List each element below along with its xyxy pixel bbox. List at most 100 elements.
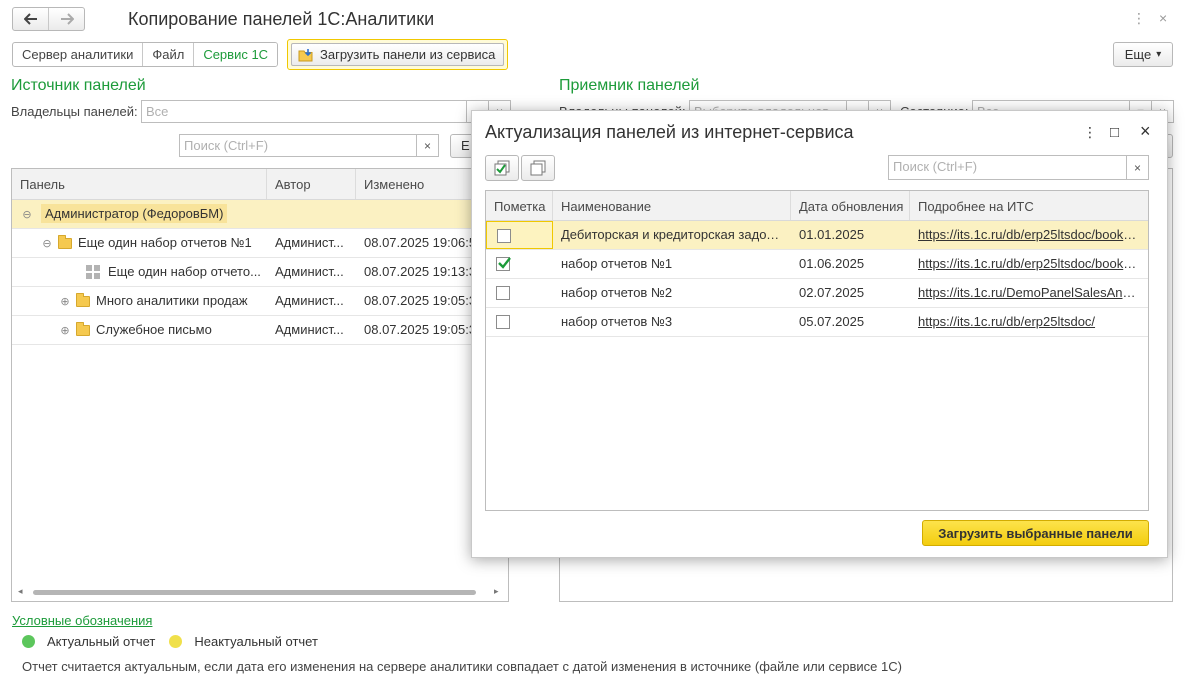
column-its-link[interactable]: Подробнее на ИТС <box>910 191 1148 220</box>
scroll-right-icon[interactable]: ▸ <box>494 586 499 597</box>
its-link[interactable]: https://its.1c.ru/db/erp25ltsdoc/ <box>910 308 1148 336</box>
tree-panel-name: Много аналитики продаж <box>96 293 248 308</box>
panel-name: Дебиторская и кредиторская задолженность <box>561 227 791 242</box>
legend-link[interactable]: Условные обозначения <box>12 613 152 628</box>
more-label: Еще <box>1124 47 1152 62</box>
arrow-right-icon <box>60 13 74 25</box>
load-from-service-label: Загрузить панели из сервиса <box>320 47 496 62</box>
folder-icon <box>76 322 90 336</box>
tree-author: Админист... <box>275 264 344 279</box>
tree-author: Админист... <box>275 322 344 337</box>
check-icon <box>498 257 511 269</box>
tree-panel-name: Служебное письмо <box>96 322 212 337</box>
nav-buttons <box>12 7 85 31</box>
tab-file[interactable]: Файл <box>142 43 193 66</box>
tree-row[interactable]: Еще один набор отчето... Админист... 08.… <box>12 258 508 287</box>
tree-changed: 08.07.2025 19:06:5 <box>364 235 476 250</box>
update-panels-dialog: Актуализация панелей из интернет-сервиса… <box>471 110 1168 558</box>
tree-panel-name: Еще один набор отчето... <box>108 264 261 279</box>
panel-name: набор отчетов №3 <box>561 314 673 329</box>
folder-icon <box>58 235 72 249</box>
chevron-down-icon: ▾ <box>1156 49 1162 60</box>
its-link[interactable]: https://its.1c.ru/DemoPanelSalesAnalytic… <box>910 279 1148 307</box>
column-name[interactable]: Наименование <box>553 191 791 220</box>
check-all-button[interactable] <box>485 155 519 181</box>
source-search-input[interactable]: Поиск (Ctrl+F) <box>179 134 417 157</box>
column-mark[interactable]: Пометка <box>486 191 553 220</box>
mark-cell[interactable] <box>486 221 553 249</box>
dialog-search-clear-icon[interactable]: × <box>1127 155 1149 180</box>
tree-changed: 08.07.2025 19:05:3 <box>364 322 476 337</box>
checkbox[interactable] <box>496 257 511 271</box>
source-search-clear-icon[interactable]: × <box>417 134 439 157</box>
uncheck-all-button[interactable] <box>521 155 555 181</box>
tree-changed: 08.07.2025 19:05:3 <box>364 293 476 308</box>
dialog-maximize-icon[interactable]: □ <box>1110 124 1119 141</box>
tree-author: Админист... <box>275 293 344 308</box>
tab-analytics-server[interactable]: Сервер аналитики <box>13 43 142 66</box>
window-title: Копирование панелей 1С:Аналитики <box>128 9 435 29</box>
scroll-left-icon[interactable]: ◂ <box>18 586 23 597</box>
its-link[interactable]: https://its.1c.ru/db/erp25ltsdoc/bookmar… <box>910 250 1148 278</box>
actual-status-dot <box>22 635 35 648</box>
source-owners-field: Все ... × <box>141 100 511 123</box>
load-selected-panels-button[interactable]: Загрузить выбранные панели <box>922 520 1149 546</box>
legend: Актуальный отчет Неактуальный отчет <box>22 634 318 649</box>
tab-service-1c[interactable]: Сервис 1С <box>193 43 278 66</box>
dialog-panels-table: Пометка Наименование Дата обновления Под… <box>485 190 1149 511</box>
tree-row[interactable]: ⊖ Администратор (ФедоровБМ) <box>12 200 508 229</box>
report-grid-icon <box>86 265 100 279</box>
dialog-search-input[interactable]: Поиск (Ctrl+F) <box>888 155 1127 180</box>
collapse-icon[interactable]: ⊖ <box>22 210 32 221</box>
dialog-close-icon[interactable]: × <box>1140 121 1151 142</box>
panel-name: набор отчетов №2 <box>561 285 673 300</box>
tree-header: Панель Автор Изменено <box>12 169 508 200</box>
uncheck-all-icon <box>530 160 546 176</box>
table-row[interactable]: Дебиторская и кредиторская задолженность… <box>486 221 1148 250</box>
collapse-icon[interactable]: ⊖ <box>42 239 52 250</box>
panel-name: набор отчетов №1 <box>561 256 673 271</box>
expand-icon[interactable]: ⊕ <box>60 326 70 337</box>
checkbox[interactable] <box>496 286 510 300</box>
table-row[interactable]: набор отчетов №2 02.07.2025 https://its.… <box>486 279 1148 308</box>
source-title: Источник панелей <box>11 77 146 94</box>
load-from-service-button-face[interactable]: Загрузить панели из сервиса <box>291 43 505 66</box>
column-author[interactable]: Автор <box>267 169 356 199</box>
dialog-table-header: Пометка Наименование Дата обновления Под… <box>486 191 1148 221</box>
checkbox[interactable] <box>496 315 510 329</box>
table-row[interactable]: набор отчетов №3 05.07.2025 https://its.… <box>486 308 1148 337</box>
arrow-left-icon <box>23 13 37 25</box>
table-row[interactable]: набор отчетов №1 01.06.2025 https://its.… <box>486 250 1148 279</box>
tree-row[interactable]: ⊕ Много аналитики продаж Админист... 08.… <box>12 287 508 316</box>
target-title: Приемник панелей <box>559 77 700 94</box>
expand-icon[interactable]: ⊕ <box>60 297 70 308</box>
its-link[interactable]: https://its.1c.ru/db/erp25ltsdoc/bookmar… <box>910 221 1148 249</box>
update-date: 02.07.2025 <box>799 285 865 300</box>
update-date: 05.07.2025 <box>799 314 865 329</box>
mark-cell[interactable] <box>486 279 553 307</box>
tree-author <box>267 200 356 228</box>
dialog-menu-icon[interactable]: ⋮ <box>1083 124 1097 141</box>
load-from-service-button[interactable]: Загрузить панели из сервиса <box>287 39 509 70</box>
mark-cell[interactable] <box>486 308 553 336</box>
window-menu-icon[interactable]: ⋮ <box>1132 9 1146 27</box>
stale-label: Неактуальный отчет <box>194 634 318 649</box>
window-close-icon[interactable]: × <box>1159 9 1167 27</box>
tree-row[interactable]: ⊕ Служебное письмо Админист... 08.07.202… <box>12 316 508 345</box>
tree-row[interactable]: ⊖ Еще один набор отчетов №1 Админист... … <box>12 229 508 258</box>
source-owners-input[interactable]: Все <box>141 100 467 123</box>
tree-author: Админист... <box>275 235 344 250</box>
tree-panel-name: Еще один набор отчетов №1 <box>78 235 252 250</box>
column-update-date[interactable]: Дата обновления <box>791 191 910 220</box>
dialog-title: Актуализация панелей из интернет-сервиса <box>485 122 854 142</box>
forward-button[interactable] <box>48 8 84 30</box>
tree-toggle-empty <box>70 268 80 278</box>
horizontal-scrollbar[interactable] <box>33 590 476 595</box>
more-button[interactable]: Еще ▾ <box>1113 42 1173 67</box>
column-panel[interactable]: Панель <box>12 169 267 199</box>
folder-download-icon <box>298 48 313 61</box>
checkbox[interactable] <box>497 229 511 243</box>
legend-note: Отчет считается актуальным, если дата ег… <box>22 659 902 674</box>
mark-cell[interactable] <box>486 250 553 278</box>
back-button[interactable] <box>13 8 48 30</box>
